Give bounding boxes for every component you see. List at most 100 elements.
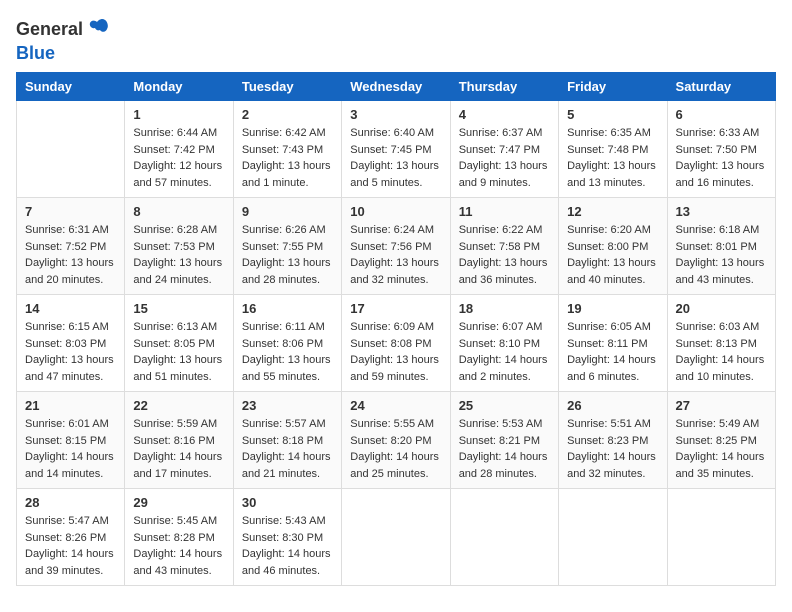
day-number: 22 bbox=[133, 398, 224, 413]
calendar-cell: 10 Sunrise: 6:24 AMSunset: 7:56 PMDayligh… bbox=[342, 198, 450, 295]
day-number: 10 bbox=[350, 204, 441, 219]
day-header-monday: Monday bbox=[125, 73, 233, 101]
calendar-cell: 15 Sunrise: 6:13 AMSunset: 8:05 PMDayligh… bbox=[125, 295, 233, 392]
day-number: 7 bbox=[25, 204, 116, 219]
calendar-cell: 12Sunrise: 6:20 AMSunset: 8:00 PMDayligh… bbox=[559, 198, 667, 295]
logo: General Blue bbox=[16, 16, 109, 64]
day-number: 8 bbox=[133, 204, 224, 219]
calendar-cell: 26 Sunrise: 5:51 AMSunset: 8:23 PMDayligh… bbox=[559, 392, 667, 489]
day-number: 6 bbox=[676, 107, 767, 122]
calendar-week-row-0: 1Sunrise: 6:44 AMSunset: 7:42 PMDaylight… bbox=[17, 101, 776, 198]
day-number: 2 bbox=[242, 107, 333, 122]
day-info: Sunrise: 6:33 AMSunset: 7:50 PMDaylight:… bbox=[676, 125, 767, 191]
calendar-cell: 30 Sunrise: 5:43 AMSunset: 8:30 PMDayligh… bbox=[233, 489, 341, 586]
day-info: Sunrise: 6:13 AMSunset: 8:05 PMDaylight:… bbox=[133, 319, 224, 385]
day-info: Sunrise: 5:57 AMSunset: 8:18 PMDaylight:… bbox=[242, 416, 333, 482]
calendar-cell bbox=[559, 489, 667, 586]
calendar-cell: 28 Sunrise: 5:47 AMSunset: 8:26 PMDayligh… bbox=[17, 489, 125, 586]
calendar-cell: 8 Sunrise: 6:28 AMSunset: 7:53 PMDaylight… bbox=[125, 198, 233, 295]
day-number: 4 bbox=[459, 107, 550, 122]
day-info: Sunrise: 6:22 AMSunset: 7:58 PMDaylight:… bbox=[459, 222, 550, 288]
calendar-cell: 1Sunrise: 6:44 AMSunset: 7:42 PMDaylight… bbox=[125, 101, 233, 198]
day-header-friday: Friday bbox=[559, 73, 667, 101]
day-info: Sunrise: 6:44 AMSunset: 7:42 PMDaylight:… bbox=[133, 125, 224, 191]
day-number: 30 bbox=[242, 495, 333, 510]
day-number: 29 bbox=[133, 495, 224, 510]
day-info: Sunrise: 6:11 AMSunset: 8:06 PMDaylight:… bbox=[242, 319, 333, 385]
calendar-cell: 19Sunrise: 6:05 AMSunset: 8:11 PMDayligh… bbox=[559, 295, 667, 392]
day-header-thursday: Thursday bbox=[450, 73, 558, 101]
day-info: Sunrise: 6:37 AMSunset: 7:47 PMDaylight:… bbox=[459, 125, 550, 191]
day-number: 5 bbox=[567, 107, 658, 122]
calendar-cell: 7 Sunrise: 6:31 AMSunset: 7:52 PMDaylight… bbox=[17, 198, 125, 295]
calendar-cell: 22 Sunrise: 5:59 AMSunset: 8:16 PMDayligh… bbox=[125, 392, 233, 489]
day-number: 9 bbox=[242, 204, 333, 219]
logo-bird-icon bbox=[87, 16, 109, 43]
day-info: Sunrise: 6:18 AMSunset: 8:01 PMDaylight:… bbox=[676, 222, 767, 288]
calendar-cell: 16Sunrise: 6:11 AMSunset: 8:06 PMDayligh… bbox=[233, 295, 341, 392]
logo-blue-text: Blue bbox=[16, 43, 55, 63]
day-info: Sunrise: 6:31 AMSunset: 7:52 PMDaylight:… bbox=[25, 222, 116, 288]
day-info: Sunrise: 6:42 AMSunset: 7:43 PMDaylight:… bbox=[242, 125, 333, 191]
calendar-cell: 20 Sunrise: 6:03 AMSunset: 8:13 PMDayligh… bbox=[667, 295, 775, 392]
day-header-tuesday: Tuesday bbox=[233, 73, 341, 101]
calendar-cell: 4 Sunrise: 6:37 AMSunset: 7:47 PMDaylight… bbox=[450, 101, 558, 198]
calendar-cell: 11 Sunrise: 6:22 AMSunset: 7:58 PMDayligh… bbox=[450, 198, 558, 295]
day-number: 21 bbox=[25, 398, 116, 413]
day-info: Sunrise: 6:40 AMSunset: 7:45 PMDaylight:… bbox=[350, 125, 441, 191]
day-number: 20 bbox=[676, 301, 767, 316]
calendar-cell: 3 Sunrise: 6:40 AMSunset: 7:45 PMDaylight… bbox=[342, 101, 450, 198]
day-number: 11 bbox=[459, 204, 550, 219]
day-info: Sunrise: 5:45 AMSunset: 8:28 PMDaylight:… bbox=[133, 513, 224, 579]
calendar-cell: 29 Sunrise: 5:45 AMSunset: 8:28 PMDayligh… bbox=[125, 489, 233, 586]
day-header-sunday: Sunday bbox=[17, 73, 125, 101]
calendar-cell: 14 Sunrise: 6:15 AMSunset: 8:03 PMDayligh… bbox=[17, 295, 125, 392]
day-header-wednesday: Wednesday bbox=[342, 73, 450, 101]
day-info: Sunrise: 5:43 AMSunset: 8:30 PMDaylight:… bbox=[242, 513, 333, 579]
day-number: 25 bbox=[459, 398, 550, 413]
logo-general-text: General bbox=[16, 19, 83, 40]
day-number: 14 bbox=[25, 301, 116, 316]
day-number: 13 bbox=[676, 204, 767, 219]
calendar-week-row-2: 14 Sunrise: 6:15 AMSunset: 8:03 PMDayligh… bbox=[17, 295, 776, 392]
calendar-cell: 2 Sunrise: 6:42 AMSunset: 7:43 PMDaylight… bbox=[233, 101, 341, 198]
day-number: 26 bbox=[567, 398, 658, 413]
calendar-cell: 21 Sunrise: 6:01 AMSunset: 8:15 PMDayligh… bbox=[17, 392, 125, 489]
calendar-header-row: SundayMondayTuesdayWednesdayThursdayFrid… bbox=[17, 73, 776, 101]
day-info: Sunrise: 5:49 AMSunset: 8:25 PMDaylight:… bbox=[676, 416, 767, 482]
day-info: Sunrise: 6:26 AMSunset: 7:55 PMDaylight:… bbox=[242, 222, 333, 288]
calendar-cell: 23Sunrise: 5:57 AMSunset: 8:18 PMDayligh… bbox=[233, 392, 341, 489]
day-info: Sunrise: 6:03 AMSunset: 8:13 PMDaylight:… bbox=[676, 319, 767, 385]
calendar-cell bbox=[667, 489, 775, 586]
day-number: 12 bbox=[567, 204, 658, 219]
calendar-cell: 9 Sunrise: 6:26 AMSunset: 7:55 PMDaylight… bbox=[233, 198, 341, 295]
day-info: Sunrise: 5:47 AMSunset: 8:26 PMDaylight:… bbox=[25, 513, 116, 579]
calendar-cell bbox=[17, 101, 125, 198]
day-number: 3 bbox=[350, 107, 441, 122]
day-info: Sunrise: 6:09 AMSunset: 8:08 PMDaylight:… bbox=[350, 319, 441, 385]
day-number: 15 bbox=[133, 301, 224, 316]
calendar-cell bbox=[342, 489, 450, 586]
day-info: Sunrise: 5:59 AMSunset: 8:16 PMDaylight:… bbox=[133, 416, 224, 482]
day-number: 24 bbox=[350, 398, 441, 413]
day-info: Sunrise: 6:35 AMSunset: 7:48 PMDaylight:… bbox=[567, 125, 658, 191]
day-info: Sunrise: 6:07 AMSunset: 8:10 PMDaylight:… bbox=[459, 319, 550, 385]
day-info: Sunrise: 6:15 AMSunset: 8:03 PMDaylight:… bbox=[25, 319, 116, 385]
day-info: Sunrise: 6:24 AMSunset: 7:56 PMDaylight:… bbox=[350, 222, 441, 288]
calendar-cell: 18Sunrise: 6:07 AMSunset: 8:10 PMDayligh… bbox=[450, 295, 558, 392]
calendar-cell: 25 Sunrise: 5:53 AMSunset: 8:21 PMDayligh… bbox=[450, 392, 558, 489]
day-info: Sunrise: 6:01 AMSunset: 8:15 PMDaylight:… bbox=[25, 416, 116, 482]
day-info: Sunrise: 5:53 AMSunset: 8:21 PMDaylight:… bbox=[459, 416, 550, 482]
calendar-week-row-4: 28 Sunrise: 5:47 AMSunset: 8:26 PMDayligh… bbox=[17, 489, 776, 586]
calendar-cell bbox=[450, 489, 558, 586]
calendar-cell: 5 Sunrise: 6:35 AMSunset: 7:48 PMDaylight… bbox=[559, 101, 667, 198]
day-number: 27 bbox=[676, 398, 767, 413]
day-header-saturday: Saturday bbox=[667, 73, 775, 101]
day-number: 28 bbox=[25, 495, 116, 510]
page-header: General Blue bbox=[16, 16, 776, 64]
day-info: Sunrise: 6:28 AMSunset: 7:53 PMDaylight:… bbox=[133, 222, 224, 288]
day-info: Sunrise: 6:05 AMSunset: 8:11 PMDaylight:… bbox=[567, 319, 658, 385]
calendar-cell: 17Sunrise: 6:09 AMSunset: 8:08 PMDayligh… bbox=[342, 295, 450, 392]
day-info: Sunrise: 5:51 AMSunset: 8:23 PMDaylight:… bbox=[567, 416, 658, 482]
calendar-cell: 13 Sunrise: 6:18 AMSunset: 8:01 PMDayligh… bbox=[667, 198, 775, 295]
